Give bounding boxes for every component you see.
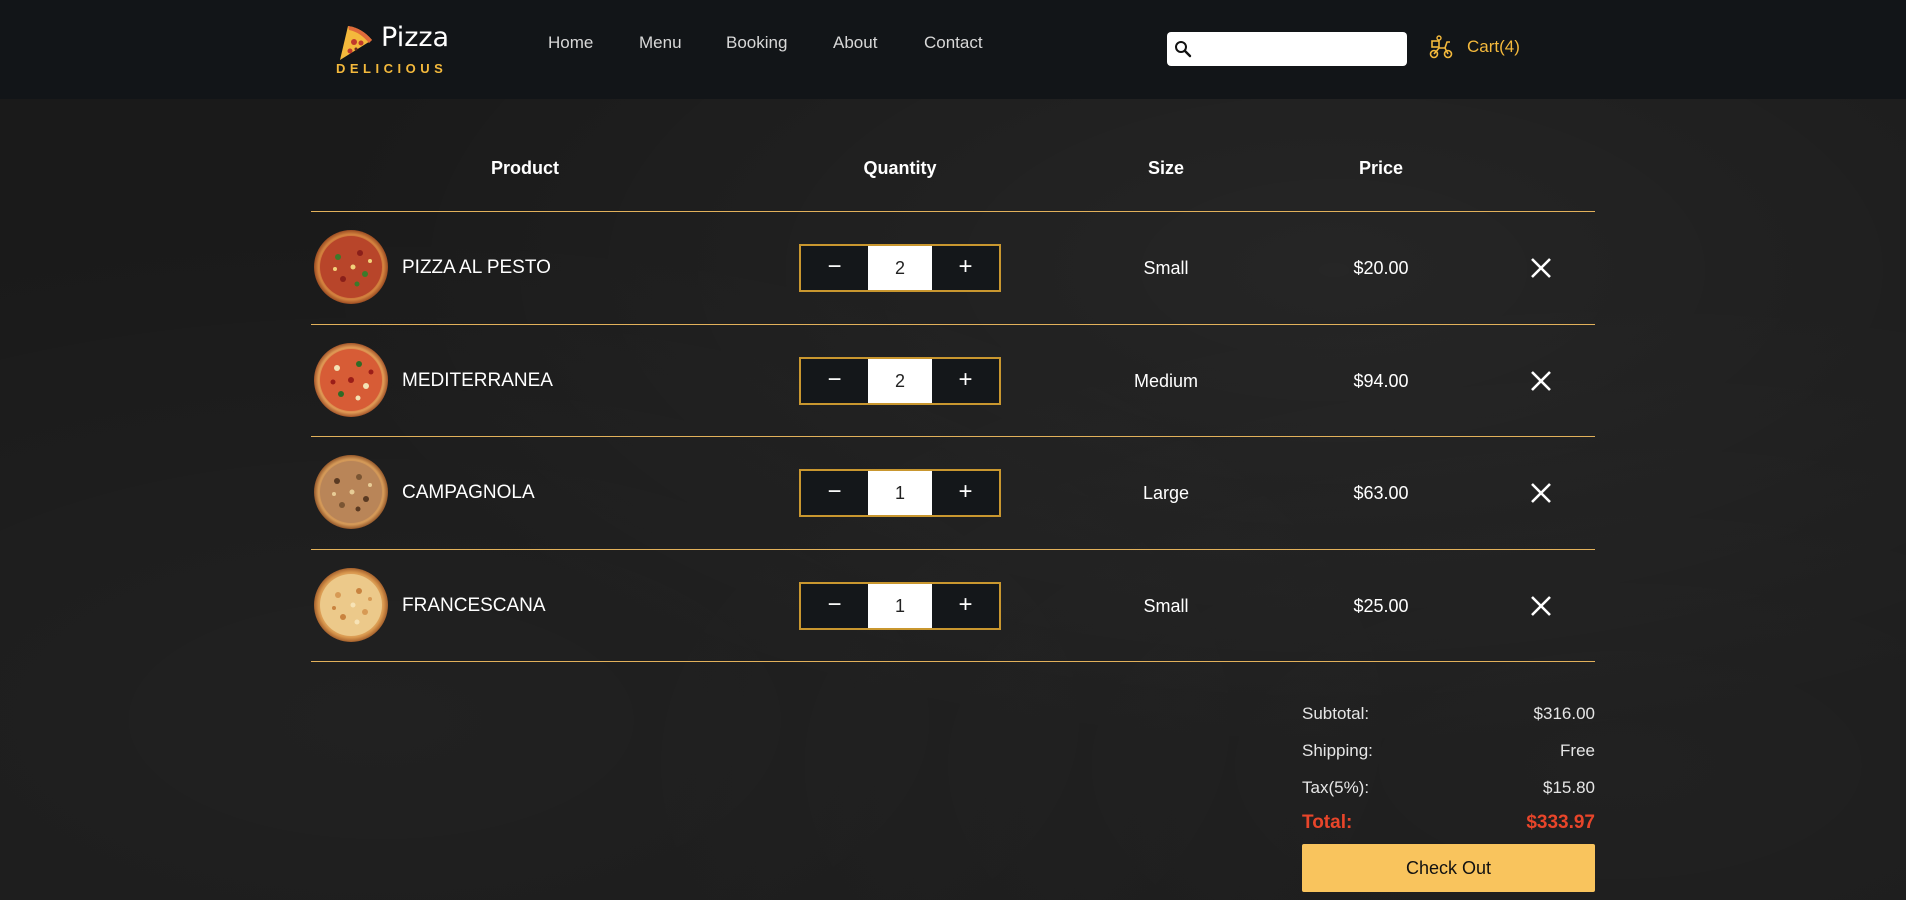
- tax-label: Tax(5%):: [1302, 778, 1370, 797]
- price-value: $25.00: [1353, 596, 1409, 616]
- quantity-stepper: − 1 +: [799, 469, 1001, 517]
- nav-about[interactable]: About: [833, 33, 877, 53]
- increase-quantity-button[interactable]: +: [932, 471, 999, 515]
- header-quantity: Quantity: [863, 158, 937, 178]
- shipping-value: Free: [1560, 741, 1595, 760]
- remove-item-icon[interactable]: [1528, 368, 1554, 394]
- header-product: Product: [490, 158, 559, 178]
- cart-row: MEDITERRANEA − 2 + Medium $94.00: [311, 325, 1595, 437]
- increase-quantity-button[interactable]: +: [932, 246, 999, 290]
- cart-label: Cart(4): [1467, 37, 1520, 56]
- cart-row: FRANCESCANA − 1 + Small $25.00: [311, 550, 1595, 662]
- tax-value: $15.80: [1543, 778, 1595, 797]
- quantity-value[interactable]: 2: [868, 246, 932, 290]
- search-icon[interactable]: [1174, 40, 1192, 58]
- remove-item-icon[interactable]: [1528, 480, 1554, 506]
- product-name[interactable]: PIZZA AL PESTO: [402, 257, 551, 279]
- decrease-quantity-button[interactable]: −: [801, 584, 868, 628]
- divider: [311, 661, 1595, 662]
- quantity-stepper: − 2 +: [799, 244, 1001, 292]
- decrease-quantity-button[interactable]: −: [801, 471, 868, 515]
- product-name[interactable]: MEDITERRANEA: [402, 370, 553, 392]
- cart-row: PIZZA AL PESTO − 2 + Small $20.00: [311, 212, 1595, 324]
- cart-row: CAMPAGNOLA − 1 + Large $63.00: [311, 437, 1595, 549]
- decrease-quantity-button[interactable]: −: [801, 246, 868, 290]
- nav-contact[interactable]: Contact: [924, 33, 983, 53]
- decrease-quantity-button[interactable]: −: [801, 359, 868, 403]
- quantity-stepper: − 2 +: [799, 357, 1001, 405]
- pizza-image: [314, 568, 388, 642]
- product-name[interactable]: CAMPAGNOLA: [402, 482, 535, 504]
- quantity-value[interactable]: 1: [868, 584, 932, 628]
- pizza-image: [314, 230, 388, 304]
- subtotal-label: Subtotal:: [1302, 704, 1370, 723]
- nav-home[interactable]: Home: [548, 33, 593, 53]
- brand-name: Pizza: [381, 22, 450, 53]
- tax-row: Tax(5%): $15.80: [1302, 778, 1595, 804]
- price-value: $94.00: [1353, 371, 1409, 391]
- increase-quantity-button[interactable]: +: [932, 584, 999, 628]
- shipping-row: Shipping: Free: [1302, 741, 1595, 767]
- search-box: [1167, 32, 1407, 66]
- remove-item-icon[interactable]: [1528, 593, 1554, 619]
- size-value: Large: [1142, 483, 1190, 503]
- total-value: $333.97: [1526, 812, 1595, 833]
- subtotal-row: Subtotal: $316.00: [1302, 704, 1595, 730]
- brand-tagline: DELICIOUS: [336, 61, 448, 76]
- increase-quantity-button[interactable]: +: [932, 359, 999, 403]
- subtotal-value: $316.00: [1533, 704, 1595, 723]
- brand-logo[interactable]: Pizza DELICIOUS: [334, 20, 454, 76]
- pizza-image: [314, 343, 388, 417]
- total-row: Total: $333.97: [1302, 812, 1595, 838]
- checkout-button[interactable]: Check Out: [1302, 844, 1595, 892]
- scooter-icon: [1429, 35, 1453, 59]
- quantity-value[interactable]: 2: [868, 359, 932, 403]
- size-value: Medium: [1133, 371, 1199, 391]
- header-size: Size: [1147, 158, 1185, 178]
- header-price: Price: [1358, 158, 1404, 178]
- pizza-slice-icon: [340, 26, 372, 60]
- quantity-value[interactable]: 1: [868, 471, 932, 515]
- site-header: Pizza DELICIOUS Home Menu Booking About …: [0, 0, 1906, 99]
- search-input[interactable]: [1197, 36, 1401, 62]
- price-value: $20.00: [1353, 258, 1409, 278]
- total-label: Total:: [1302, 812, 1353, 833]
- size-value: Small: [1143, 258, 1189, 278]
- size-value: Small: [1143, 596, 1189, 616]
- quantity-stepper: − 1 +: [799, 582, 1001, 630]
- remove-item-icon[interactable]: [1528, 255, 1554, 281]
- product-name[interactable]: FRANCESCANA: [402, 595, 546, 617]
- pizza-image: [314, 455, 388, 529]
- nav-menu[interactable]: Menu: [639, 33, 682, 53]
- shipping-label: Shipping:: [1302, 741, 1373, 760]
- nav-booking[interactable]: Booking: [726, 33, 787, 53]
- price-value: $63.00: [1353, 483, 1409, 503]
